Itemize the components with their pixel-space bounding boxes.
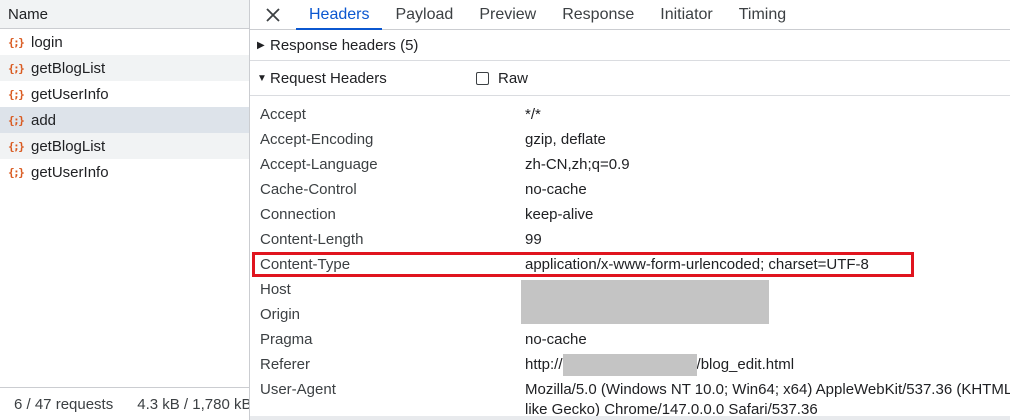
xhr-icon: {;}	[8, 139, 25, 153]
request-row-getbloglist[interactable]: {;} getBlogList	[0, 55, 249, 81]
tab-response[interactable]: Response	[549, 0, 647, 29]
tab-payload[interactable]: Payload	[382, 0, 466, 29]
devtools-network-panel: Name {;} login {;} getBlogList {;} getUs…	[0, 0, 1010, 420]
request-name: getUserInfo	[31, 163, 109, 181]
referer-prefix: http://	[525, 356, 563, 373]
header-row: Accept-Language zh-CN,zh;q=0.9	[250, 152, 1010, 177]
header-row: Accept */*	[250, 102, 1010, 127]
transferred-size: 4.3 kB / 1,780 kB	[137, 395, 250, 413]
request-count: 6 / 47 requests	[14, 395, 114, 413]
header-name: Cache-Control	[260, 181, 357, 198]
header-row: Cache-Control no-cache	[250, 177, 1010, 202]
detail-tabbar: Headers Payload Preview Response Initiat…	[250, 0, 1010, 30]
xhr-icon: {;}	[8, 35, 25, 49]
request-headers-section-toggle[interactable]: ▼ Request Headers Raw	[250, 61, 1010, 96]
tab-preview[interactable]: Preview	[466, 0, 549, 29]
request-name: add	[31, 111, 57, 129]
request-row-getuserinfo[interactable]: {;} getUserInfo	[0, 81, 249, 107]
request-headers-table: Accept */* Accept-Encoding gzip, deflate…	[250, 96, 1010, 418]
xhr-icon: {;}	[8, 113, 25, 127]
header-row: Pragma no-cache	[250, 327, 1010, 352]
header-name: Host	[260, 281, 291, 298]
request-row-login[interactable]: {;} login	[0, 29, 249, 55]
request-row-add[interactable]: {;} add	[0, 107, 249, 133]
header-name: Origin	[260, 306, 301, 323]
request-list: {;} login {;} getBlogList {;} getUserInf…	[0, 29, 249, 185]
response-headers-label: Response headers (5)	[270, 36, 419, 54]
header-row: Referer http:// /blog_edit.html	[250, 352, 1010, 377]
tab-initiator[interactable]: Initiator	[647, 0, 725, 29]
tab-headers[interactable]: Headers	[296, 0, 383, 30]
raw-checkbox[interactable]	[476, 71, 489, 85]
xhr-icon: {;}	[8, 165, 25, 179]
header-name: Accept	[260, 106, 306, 123]
header-name: Content-Type	[260, 256, 351, 273]
header-row: Host	[250, 277, 1010, 324]
header-value: http:// /blog_edit.html	[525, 352, 794, 377]
name-column-label: Name	[8, 6, 49, 23]
header-value: */*	[525, 106, 541, 123]
close-button[interactable]	[250, 0, 296, 29]
status-footer: 6 / 47 requests 4.3 kB / 1,780 kB	[0, 387, 249, 420]
header-name: Pragma	[260, 331, 313, 348]
header-row: Content-Length 99	[250, 227, 1010, 252]
request-name: getBlogList	[31, 59, 106, 77]
xhr-icon: {;}	[8, 61, 25, 75]
header-value: application/x-www-form-urlencoded; chars…	[525, 256, 869, 273]
header-value: keep-alive	[525, 206, 594, 223]
header-value: 99	[525, 231, 542, 248]
request-headers-label: Request Headers	[270, 69, 387, 87]
collapsed-triangle-icon: ▶	[257, 39, 265, 51]
header-name: Connection	[260, 206, 336, 223]
header-value: no-cache	[525, 181, 587, 198]
bottom-scroll-strip	[250, 416, 1010, 420]
header-value: gzip, deflate	[525, 131, 606, 148]
expanded-triangle-icon: ▼	[257, 72, 267, 84]
tab-timing[interactable]: Timing	[726, 0, 799, 29]
raw-toggle[interactable]: Raw	[476, 70, 528, 87]
header-name: User-Agent	[260, 381, 336, 398]
request-list-pane: Name {;} login {;} getBlogList {;} getUs…	[0, 0, 250, 420]
header-value: zh-CN,zh;q=0.9	[525, 156, 630, 173]
header-value: no-cache	[525, 331, 587, 348]
request-name: getUserInfo	[31, 85, 109, 103]
close-icon	[266, 7, 280, 22]
header-row-content-type: Content-Type application/x-www-form-urle…	[250, 252, 1010, 277]
response-headers-section-toggle[interactable]: ▶ Response headers (5)	[250, 30, 1010, 61]
raw-label: Raw	[498, 69, 529, 87]
header-name: Accept-Language	[260, 156, 378, 173]
request-name: login	[31, 33, 63, 51]
header-name: Referer	[260, 356, 311, 373]
header-name: Content-Length	[260, 231, 364, 248]
header-value: Mozilla/5.0 (Windows NT 10.0; Win64; x64…	[525, 381, 1010, 418]
referer-suffix: /blog_edit.html	[696, 356, 795, 373]
header-row: User-Agent Mozilla/5.0 (Windows NT 10.0;…	[250, 377, 1010, 418]
request-name: getBlogList	[31, 137, 106, 155]
redaction-box	[562, 354, 697, 377]
name-column-header[interactable]: Name	[0, 0, 249, 29]
request-row-getbloglist[interactable]: {;} getBlogList	[0, 133, 249, 159]
header-row: Connection keep-alive	[250, 202, 1010, 227]
request-detail-pane: Headers Payload Preview Response Initiat…	[250, 0, 1010, 420]
header-row: Accept-Encoding gzip, deflate	[250, 127, 1010, 152]
header-name: Accept-Encoding	[260, 131, 374, 148]
header-row: Origin	[250, 302, 1010, 327]
request-row-getuserinfo[interactable]: {;} getUserInfo	[0, 159, 249, 185]
xhr-icon: {;}	[8, 87, 25, 101]
